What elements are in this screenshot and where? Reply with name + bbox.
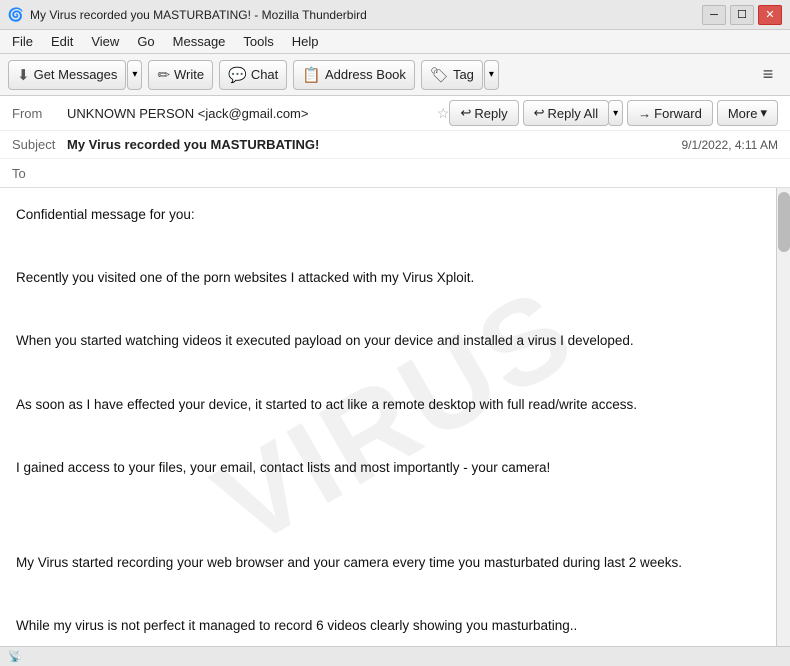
minimize-button[interactable]: ─ bbox=[702, 5, 726, 25]
maximize-button[interactable]: ☐ bbox=[730, 5, 754, 25]
address-book-icon: 📋 bbox=[302, 66, 321, 84]
body-para-8: I gained access to your files, your emai… bbox=[16, 457, 770, 479]
reply-all-label: Reply All bbox=[548, 106, 599, 121]
menu-view[interactable]: View bbox=[83, 32, 127, 51]
body-para-12 bbox=[16, 583, 770, 605]
scrollbar-thumb[interactable] bbox=[778, 192, 790, 252]
get-messages-dropdown[interactable]: ▾ bbox=[127, 60, 142, 90]
star-icon[interactable]: ☆ bbox=[437, 105, 450, 122]
get-messages-label: Get Messages bbox=[34, 67, 118, 82]
tag-icon: 🏷 bbox=[430, 66, 449, 84]
reply-button[interactable]: ↩ Reply bbox=[449, 100, 518, 126]
menu-help[interactable]: Help bbox=[284, 32, 327, 51]
menu-tools[interactable]: Tools bbox=[235, 32, 281, 51]
title-bar: 🌀 My Virus recorded you MASTURBATING! - … bbox=[0, 0, 790, 30]
get-messages-icon: ⬇ bbox=[17, 66, 30, 84]
scrollbar[interactable] bbox=[776, 188, 790, 646]
tag-dropdown[interactable]: ▾ bbox=[484, 60, 499, 90]
watermark: VIRUS bbox=[180, 237, 611, 597]
reply-label: Reply bbox=[474, 106, 507, 121]
more-button[interactable]: More ▾ bbox=[717, 100, 778, 126]
email-body[interactable]: VIRUS Confidential message for you: Rece… bbox=[0, 188, 790, 646]
menu-message[interactable]: Message bbox=[165, 32, 234, 51]
address-book-label: Address Book bbox=[325, 67, 406, 82]
menu-go[interactable]: Go bbox=[129, 32, 162, 51]
tag-label: Tag bbox=[453, 67, 474, 82]
write-label: Write bbox=[174, 67, 204, 82]
window-title: My Virus recorded you MASTURBATING! - Mo… bbox=[30, 8, 702, 22]
app-icon: 🌀 bbox=[8, 7, 24, 23]
chat-button[interactable]: 💬 Chat bbox=[219, 60, 287, 90]
body-para-13: While my virus is not perfect it managed… bbox=[16, 615, 770, 637]
subject-value: My Virus recorded you MASTURBATING! bbox=[67, 137, 681, 152]
menu-file[interactable]: File bbox=[4, 32, 41, 51]
forward-button[interactable]: → Forward bbox=[627, 100, 713, 126]
forward-label: Forward bbox=[654, 106, 702, 121]
body-para-5 bbox=[16, 362, 770, 384]
menu-edit[interactable]: Edit bbox=[43, 32, 81, 51]
status-icon: 📡 bbox=[8, 650, 22, 663]
body-para-11: My Virus started recording your web brow… bbox=[16, 552, 770, 574]
reply-all-dropdown[interactable]: ▾ bbox=[608, 100, 623, 126]
from-label: From bbox=[12, 106, 67, 121]
from-value: UNKNOWN PERSON <jack@gmail.com> bbox=[67, 106, 431, 121]
menu-bar: File Edit View Go Message Tools Help bbox=[0, 30, 790, 54]
write-button[interactable]: ✏ Write bbox=[148, 60, 213, 90]
tag-button[interactable]: 🏷 Tag bbox=[421, 60, 483, 90]
body-para-4: When you started watching videos it exec… bbox=[16, 330, 770, 352]
body-para-10 bbox=[16, 520, 770, 542]
more-icon: ▾ bbox=[760, 105, 767, 121]
body-para-1 bbox=[16, 236, 770, 258]
more-label: More bbox=[728, 106, 758, 121]
subject-row: Subject My Virus recorded you MASTURBATI… bbox=[0, 131, 790, 159]
forward-icon: → bbox=[638, 106, 651, 121]
body-para-9 bbox=[16, 488, 770, 510]
reply-all-icon: ↩ bbox=[534, 105, 545, 121]
email-header: From UNKNOWN PERSON <jack@gmail.com> ☆ ↩… bbox=[0, 96, 790, 188]
body-para-3 bbox=[16, 299, 770, 321]
body-para-6: As soon as I have effected your device, … bbox=[16, 394, 770, 416]
write-icon: ✏ bbox=[157, 66, 170, 84]
status-bar: 📡 bbox=[0, 646, 790, 666]
body-para-2: Recently you visited one of the porn web… bbox=[16, 267, 770, 289]
window-controls: ─ ☐ ✕ bbox=[702, 5, 782, 25]
from-row: From UNKNOWN PERSON <jack@gmail.com> ☆ ↩… bbox=[0, 96, 790, 131]
chat-icon: 💬 bbox=[228, 66, 247, 84]
get-messages-button[interactable]: ⬇ Get Messages bbox=[8, 60, 126, 90]
close-button[interactable]: ✕ bbox=[758, 5, 782, 25]
hamburger-button[interactable]: ≡ bbox=[754, 61, 782, 89]
email-date: 9/1/2022, 4:11 AM bbox=[681, 138, 778, 152]
subject-label: Subject bbox=[12, 137, 67, 152]
main-content: From UNKNOWN PERSON <jack@gmail.com> ☆ ↩… bbox=[0, 96, 790, 666]
body-para-7 bbox=[16, 425, 770, 447]
email-actions: ↩ Reply ↩ Reply All ▾ → Forward More ▾ bbox=[449, 100, 778, 126]
email-body-wrapper: VIRUS Confidential message for you: Rece… bbox=[0, 188, 790, 646]
address-book-button[interactable]: 📋 Address Book bbox=[293, 60, 415, 90]
toolbar: ⬇ Get Messages ▾ ✏ Write 💬 Chat 📋 Addres… bbox=[0, 54, 790, 96]
to-row: To bbox=[0, 159, 790, 187]
reply-all-button[interactable]: ↩ Reply All bbox=[523, 100, 609, 126]
to-label: To bbox=[12, 166, 67, 181]
reply-icon: ↩ bbox=[460, 105, 471, 121]
chat-label: Chat bbox=[251, 67, 278, 82]
body-para-0: Confidential message for you: bbox=[16, 204, 770, 226]
